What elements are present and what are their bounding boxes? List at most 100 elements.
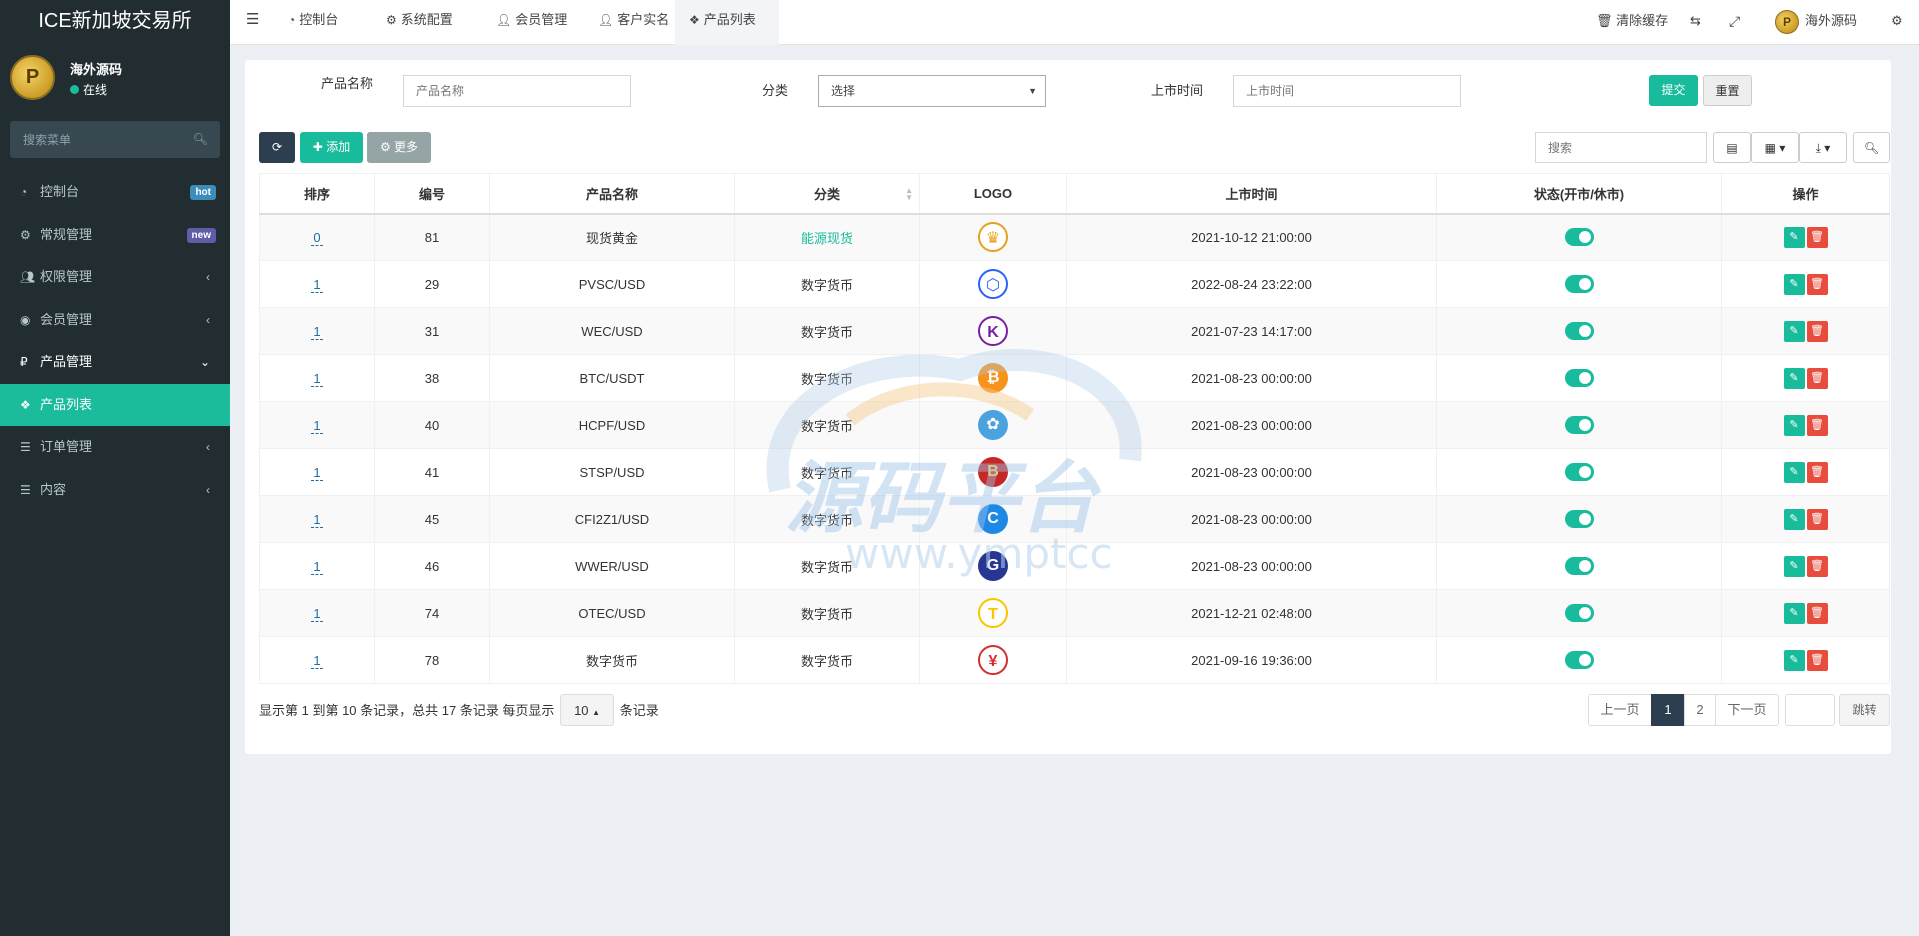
delete-button[interactable]: 🗑︎ — [1806, 555, 1828, 577]
hamburger-icon[interactable]: ☰ — [246, 0, 259, 45]
status-toggle[interactable] — [1564, 322, 1594, 340]
status-toggle[interactable] — [1564, 369, 1594, 387]
status-toggle[interactable] — [1564, 557, 1594, 575]
weigh-editable[interactable]: 0 — [311, 229, 323, 246]
reset-button[interactable]: 重置 — [1703, 75, 1752, 106]
table-row[interactable]: 0 81 现货黄金 能源现货 ♛ 2021-10-12 21:00:00 ✎ 🗑︎ — [259, 213, 1890, 261]
col-header-name[interactable]: 产品名称 — [489, 173, 735, 215]
page-2-button[interactable]: 2 — [1684, 694, 1716, 726]
export-button[interactable]: ⤓ ▾ — [1799, 132, 1847, 163]
weigh-editable[interactable]: 1 — [311, 417, 323, 434]
delete-button[interactable]: 🗑︎ — [1806, 273, 1828, 295]
status-toggle[interactable] — [1564, 651, 1594, 669]
status-toggle[interactable] — [1564, 228, 1594, 247]
weigh-editable[interactable]: 1 — [311, 464, 323, 481]
sidebar-item-general[interactable]: ⚙ 常规管理 new — [0, 214, 230, 257]
col-header-weigh[interactable]: 排序 — [259, 173, 375, 215]
sidebar-item-content[interactable]: ☰ 内容 ‹ — [0, 469, 230, 512]
actions-cell: ✎ 🗑︎ — [1721, 354, 1890, 402]
sidebar-search-input[interactable] — [10, 121, 180, 158]
search-icon[interactable]: 🔍︎ — [193, 132, 208, 146]
sidebar-item-dashboard[interactable]: ◔ 控制台 hot — [0, 171, 230, 214]
add-button[interactable]: ✚ 添加 — [300, 132, 363, 163]
product-name-input[interactable] — [403, 75, 631, 107]
weigh-editable[interactable]: 1 — [311, 605, 323, 622]
sidebar-item-orders[interactable]: ☰ 订单管理 ‹ — [0, 426, 230, 469]
edit-button[interactable]: ✎ — [1783, 367, 1805, 389]
col-header-category[interactable]: 分类 ▲ ▼ — [734, 173, 920, 215]
edit-button[interactable]: ✎ — [1783, 320, 1805, 342]
table-row[interactable]: 1 29 PVSC/USD 数字货币 ⬡ 2022-08-24 23:22:00 ✎ 🗑︎ — [259, 260, 1890, 308]
page-1-button[interactable]: 1 — [1651, 694, 1685, 726]
translate-icon[interactable]: ⇆ — [1690, 0, 1701, 45]
status-toggle[interactable] — [1564, 463, 1594, 481]
weigh-editable[interactable]: 1 — [311, 370, 323, 387]
category-text[interactable]: 能源现货 — [801, 231, 853, 246]
prev-page-button[interactable]: 上一页 — [1588, 694, 1652, 726]
listing-time-input[interactable] — [1233, 75, 1461, 107]
status-toggle[interactable] — [1564, 416, 1594, 434]
weigh-editable[interactable]: 1 — [311, 511, 323, 528]
table-row[interactable]: 1 74 OTEC/USD 数字货币 T 2021-12-21 02:48:00 ✎ 🗑︎ — [259, 589, 1890, 637]
user-menu[interactable]: P 海外源码 — [1775, 0, 1857, 45]
edit-button[interactable]: ✎ — [1783, 226, 1805, 248]
col-header-time[interactable]: 上市时间 — [1066, 173, 1437, 215]
tab-members[interactable]: 👤︎ 会员管理 — [486, 0, 577, 45]
delete-button[interactable]: 🗑︎ — [1806, 508, 1828, 530]
sidebar-item-auth[interactable]: 👥︎ 权限管理 ‹ — [0, 256, 230, 299]
edit-button[interactable]: ✎ — [1783, 602, 1805, 624]
table-row[interactable]: 1 40 HCPF/USD 数字货币 ✿ 2021-08-23 00:00:00 ✎ 🗑︎ — [259, 401, 1890, 449]
delete-button[interactable]: 🗑︎ — [1806, 367, 1828, 389]
refresh-button[interactable]: ⟳ — [259, 132, 295, 163]
sidebar-item-products[interactable]: ₽ 产品管理 ⌄ — [0, 341, 230, 384]
sidebar-item-product-list[interactable]: ❖ 产品列表 — [0, 383, 230, 426]
edit-button[interactable]: ✎ — [1783, 461, 1805, 483]
weigh-editable[interactable]: 1 — [311, 558, 323, 575]
table-row[interactable]: 1 41 STSP/USD 数字货币 B 2021-08-23 00:00:00 ✎ 🗑︎ — [259, 448, 1890, 496]
table-row[interactable]: 1 38 BTC/USDT 数字货币 ₿ 2021-08-23 00:00:00 ✎ 🗑︎ — [259, 354, 1890, 402]
advanced-search-button[interactable]: 🔍︎ — [1853, 132, 1890, 163]
edit-button[interactable]: ✎ — [1783, 508, 1805, 530]
table-search-input[interactable] — [1535, 132, 1707, 163]
tab-product-list[interactable]: ❖ 产品列表 — [675, 0, 779, 45]
fullscreen-icon[interactable]: ⤢ — [1729, 0, 1740, 45]
weigh-editable[interactable]: 1 — [311, 323, 323, 340]
table-row[interactable]: 1 45 CFI2Z1/USD 数字货币 C 2021-08-23 00:00:00 ✎ 🗑︎ — [259, 495, 1890, 543]
weigh-editable[interactable]: 1 — [311, 652, 323, 669]
delete-button[interactable]: 🗑︎ — [1806, 320, 1828, 342]
columns-button[interactable]: ▦ ▾ — [1751, 132, 1799, 163]
table-row[interactable]: 1 78 数字货币 数字货币 ¥2021-09-16 19:36:00 ✎ 🗑︎ — [259, 636, 1890, 684]
page-size-select[interactable]: 10 ▲ — [560, 694, 615, 726]
sidebar-item-members[interactable]: ◉ 会员管理 ‹ — [0, 299, 230, 342]
edit-button[interactable]: ✎ — [1783, 414, 1805, 436]
status-toggle[interactable] — [1564, 275, 1594, 293]
avatar[interactable]: P — [10, 55, 55, 100]
jump-page-input[interactable] — [1785, 694, 1835, 726]
more-button[interactable]: ⚙ 更多 — [367, 132, 431, 163]
tab-customer-verify[interactable]: 👤︎ 客户实名 — [588, 0, 679, 45]
weigh-editable[interactable]: 1 — [311, 276, 323, 293]
status-toggle[interactable] — [1564, 510, 1594, 528]
edit-button[interactable]: ✎ — [1783, 555, 1805, 577]
delete-button[interactable]: 🗑︎ — [1806, 226, 1828, 248]
edit-button[interactable]: ✎ — [1783, 273, 1805, 295]
delete-button[interactable]: 🗑︎ — [1806, 461, 1828, 483]
tab-system-config[interactable]: ⚙ 系统配置 — [376, 0, 463, 45]
settings-icon[interactable]: ⚙ — [1891, 0, 1903, 45]
edit-button[interactable]: ✎ — [1783, 649, 1805, 671]
delete-button[interactable]: 🗑︎ — [1806, 414, 1828, 436]
table-row[interactable]: 1 46 WWER/USD 数字货币 G 2021-08-23 00:00:00 ✎ 🗑︎ — [259, 542, 1890, 590]
col-header-id[interactable]: 编号 — [374, 173, 490, 215]
next-page-button[interactable]: 下一页 — [1715, 694, 1779, 726]
table-row[interactable]: 1 31 WEC/USD 数字货币 K 2021-07-23 14:17:00 ✎ 🗑︎ — [259, 307, 1890, 355]
delete-button[interactable]: 🗑︎ — [1806, 602, 1828, 624]
tab-dashboard[interactable]: ◔ 控制台 — [278, 0, 348, 45]
app-title[interactable]: ICE新加坡交易所 — [0, 0, 230, 43]
delete-button[interactable]: 🗑︎ — [1806, 649, 1828, 671]
toggle-view-button[interactable]: ▤ — [1713, 132, 1751, 163]
submit-button[interactable]: 提交 — [1649, 75, 1698, 106]
category-select[interactable]: 选择 ▼ — [818, 75, 1046, 107]
clear-cache-button[interactable]: 🗑︎ 清除缓存 — [1596, 0, 1668, 45]
status-toggle[interactable] — [1564, 604, 1594, 622]
jump-button[interactable]: 跳转 — [1839, 694, 1890, 726]
